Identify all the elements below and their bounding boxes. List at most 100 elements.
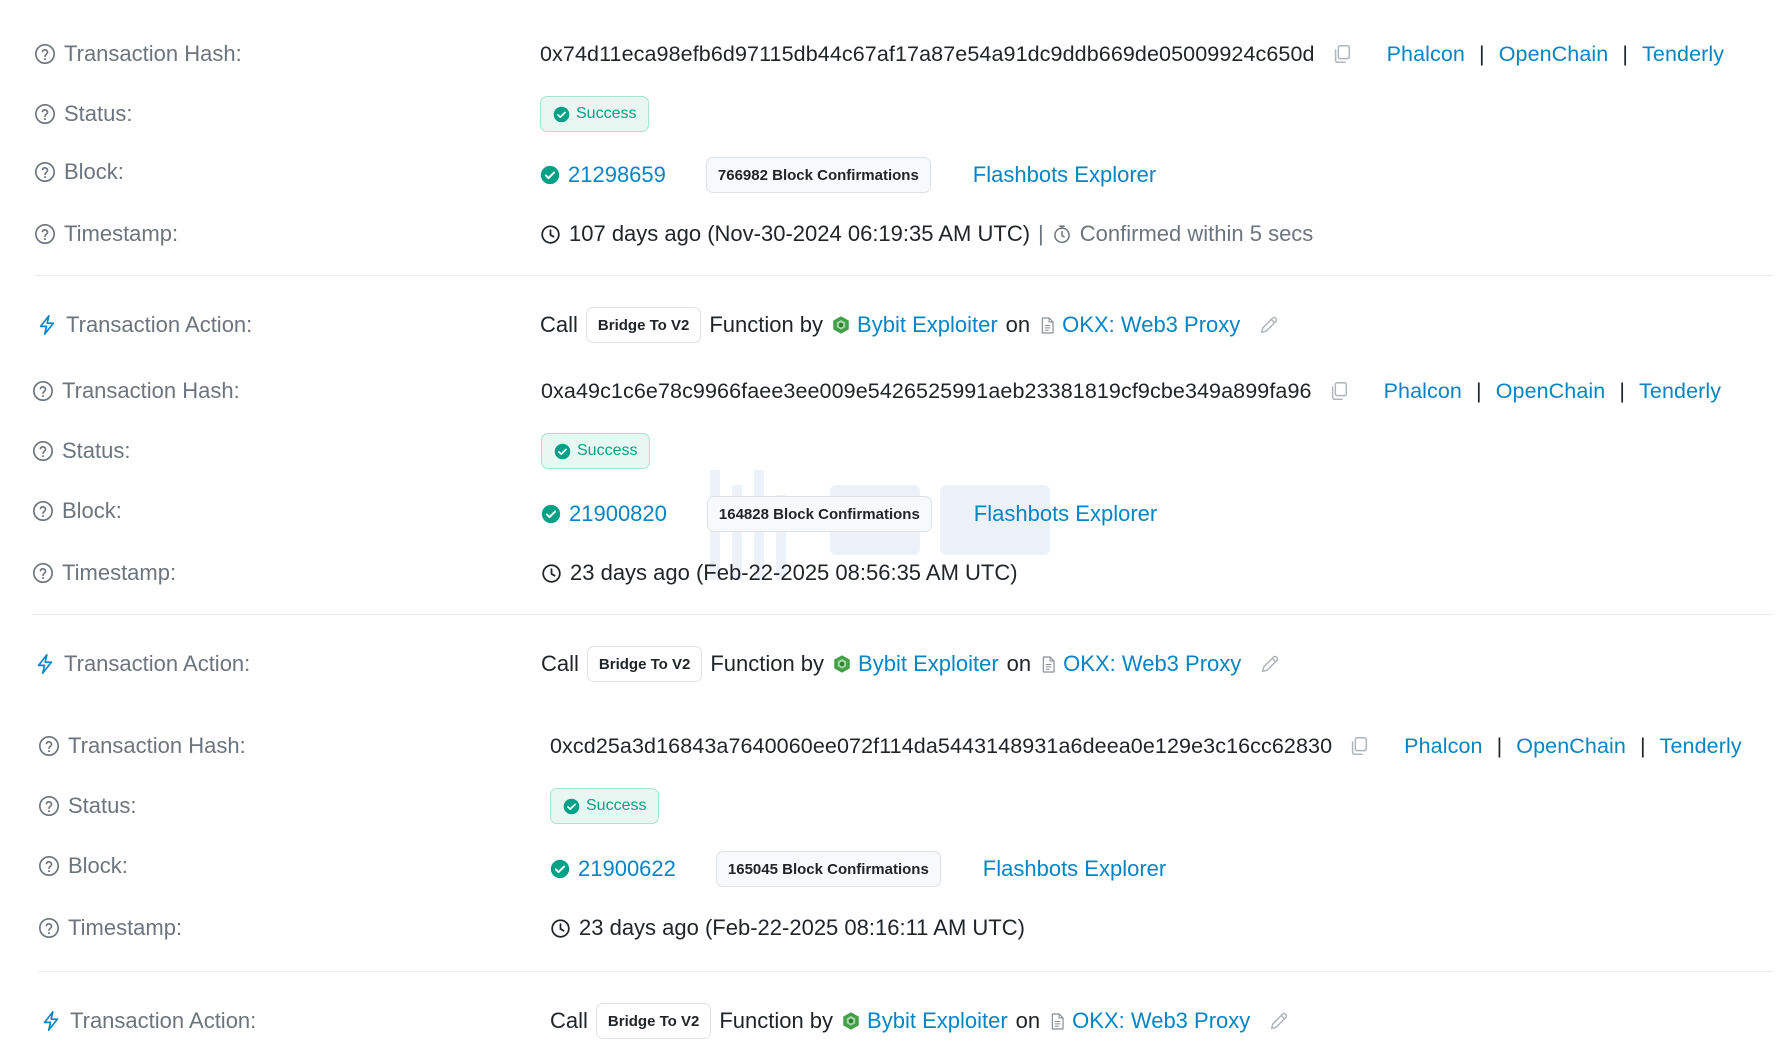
question-circle-icon[interactable]: [34, 103, 56, 125]
pencil-icon[interactable]: [1258, 314, 1280, 336]
function-by-text: Function by: [709, 312, 824, 337]
copy-icon[interactable]: [1328, 380, 1350, 402]
phalcon-link[interactable]: Phalcon: [1404, 734, 1482, 759]
to-address-link[interactable]: OKX: Web3 Proxy: [1062, 312, 1240, 338]
from-address-link[interactable]: Bybit Exploiter: [857, 312, 998, 338]
block-value-row: 21900820 164828 Block Confirmations Flas…: [541, 494, 1157, 534]
block-number-link[interactable]: 21900820: [569, 501, 667, 527]
call-text: Call: [540, 312, 578, 337]
separator: |: [1622, 41, 1629, 66]
status-value-row: Success: [540, 94, 650, 134]
openchain-link[interactable]: OpenChain: [1496, 379, 1606, 404]
question-circle-icon[interactable]: [32, 440, 54, 462]
status-badge: Success: [540, 96, 650, 132]
block-label: Block:: [34, 152, 124, 192]
status-value-row: Success: [541, 431, 651, 471]
action-label: Transaction Action:: [40, 1001, 256, 1041]
hash-value-row: 0xa49c1c6e78c9966faee3ee009e5426525991ae…: [541, 371, 1721, 411]
contract-file-icon: [1048, 1012, 1067, 1031]
tenderly-link[interactable]: Tenderly: [1660, 734, 1742, 759]
hash-value-row: 0x74d11eca98efb6d97115db44c67af17a87e54a…: [540, 34, 1724, 74]
tenderly-link[interactable]: Tenderly: [1642, 42, 1724, 67]
separator: |: [1038, 221, 1044, 246]
flashbots-explorer-link[interactable]: Flashbots Explorer: [983, 856, 1166, 882]
hexagon-logo-icon: [831, 315, 851, 335]
from-address-link[interactable]: Bybit Exploiter: [858, 651, 999, 677]
separator: |: [1496, 733, 1503, 758]
on-text: on: [1015, 1008, 1041, 1033]
timestamp-label: Timestamp:: [34, 214, 178, 254]
separator: |: [1479, 41, 1485, 66]
clock-icon: [550, 918, 571, 939]
lightning-icon: [36, 314, 58, 336]
timestamp-label: Timestamp:: [38, 908, 182, 948]
check-circle-icon: [540, 165, 560, 185]
block-value-row: 21298659 766982 Block Confirmations Flas…: [540, 155, 1156, 195]
to-address-link[interactable]: OKX: Web3 Proxy: [1072, 1008, 1250, 1034]
status-value-row: Success: [550, 786, 660, 826]
check-circle-icon: [550, 859, 570, 879]
phalcon-link[interactable]: Phalcon: [1384, 379, 1462, 404]
contract-file-icon: [1038, 316, 1057, 335]
hash-label: Transaction Hash:: [38, 726, 246, 766]
block-label: Block:: [32, 491, 122, 531]
question-circle-icon[interactable]: [32, 562, 54, 584]
divider: [38, 971, 1774, 972]
timestamp-label: Timestamp:: [32, 553, 176, 593]
transaction-hash: 0xa49c1c6e78c9966faee3ee009e5426525991ae…: [541, 378, 1312, 403]
method-badge: Bridge To V2: [585, 307, 702, 343]
openchain-link[interactable]: OpenChain: [1499, 42, 1609, 67]
question-circle-icon[interactable]: [38, 917, 60, 939]
pencil-icon[interactable]: [1268, 1010, 1290, 1032]
flashbots-explorer-link[interactable]: Flashbots Explorer: [974, 501, 1157, 527]
action-value-row: Call Bridge To V2 Function by Bybit Expl…: [541, 644, 1281, 684]
question-circle-icon[interactable]: [38, 735, 60, 757]
block-confirmations-badge: 766982 Block Confirmations: [705, 157, 931, 193]
phalcon-link[interactable]: Phalcon: [1387, 42, 1465, 67]
hexagon-logo-icon: [832, 654, 852, 674]
action-label: Transaction Action:: [34, 644, 250, 684]
question-circle-icon[interactable]: [38, 795, 60, 817]
status-badge: Success: [541, 433, 651, 469]
question-circle-icon[interactable]: [34, 161, 56, 183]
from-address-link[interactable]: Bybit Exploiter: [867, 1008, 1008, 1034]
copy-icon[interactable]: [1348, 735, 1370, 757]
action-value-row: Call Bridge To V2 Function by Bybit Expl…: [550, 1001, 1290, 1041]
flashbots-explorer-link[interactable]: Flashbots Explorer: [973, 162, 1156, 188]
method-badge: Bridge To V2: [586, 646, 703, 682]
timestamp-value: 23 days ago (Feb-22-2025 08:56:35 AM UTC…: [570, 560, 1018, 585]
question-circle-icon[interactable]: [34, 223, 56, 245]
stopwatch-icon: [1052, 224, 1072, 244]
transaction-hash: 0xcd25a3d16843a7640060ee072f114da5443148…: [550, 733, 1333, 758]
question-circle-icon[interactable]: [38, 855, 60, 877]
block-number-link[interactable]: 21298659: [568, 162, 666, 188]
block-label: Block:: [38, 846, 128, 886]
action-value-row: Call Bridge To V2 Function by Bybit Expl…: [540, 305, 1280, 345]
tenderly-link[interactable]: Tenderly: [1639, 379, 1721, 404]
openchain-link[interactable]: OpenChain: [1516, 734, 1626, 759]
block-confirmations-badge: 164828 Block Confirmations: [706, 496, 932, 532]
status-label: Status:: [32, 431, 130, 471]
to-address-link[interactable]: OKX: Web3 Proxy: [1063, 651, 1241, 677]
block-number-link[interactable]: 21900622: [578, 856, 676, 882]
question-circle-icon[interactable]: [34, 43, 56, 65]
status-label: Status:: [38, 786, 136, 826]
timestamp-value-row: 107 days ago (Nov-30-2024 06:19:35 AM UT…: [540, 214, 1313, 254]
question-circle-icon[interactable]: [32, 380, 54, 402]
status-label: Status:: [34, 94, 132, 134]
pencil-icon[interactable]: [1259, 653, 1281, 675]
check-circle-icon: [541, 504, 561, 524]
call-text: Call: [550, 1008, 588, 1033]
copy-icon[interactable]: [1331, 43, 1353, 65]
timestamp-value: 107 days ago (Nov-30-2024 06:19:35 AM UT…: [569, 221, 1031, 246]
question-circle-icon[interactable]: [32, 500, 54, 522]
divider: [32, 614, 1774, 615]
separator: |: [1619, 378, 1626, 403]
lightning-icon: [34, 653, 56, 675]
timestamp-value-row: 23 days ago (Feb-22-2025 08:16:11 AM UTC…: [550, 908, 1025, 948]
block-value-row: 21900622 165045 Block Confirmations Flas…: [550, 849, 1166, 889]
call-text: Call: [541, 651, 579, 676]
check-circle-icon: [563, 798, 580, 815]
clock-icon: [540, 224, 561, 245]
check-circle-icon: [554, 443, 571, 460]
